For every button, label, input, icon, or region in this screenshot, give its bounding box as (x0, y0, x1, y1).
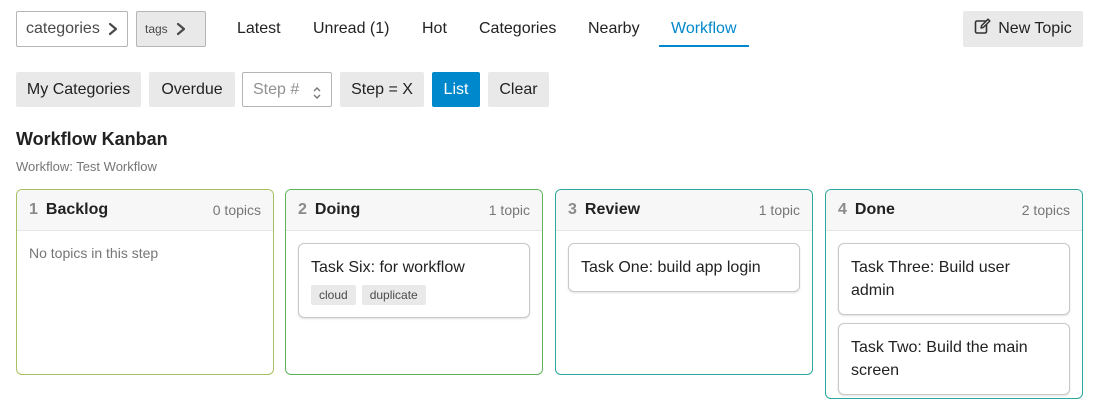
chevron-right-icon (176, 22, 186, 36)
column-name: Review (584, 201, 641, 218)
column-name: Done (854, 201, 895, 218)
column-topic-count: 1 topic (488, 202, 530, 218)
column-body: Task One: build app login (556, 231, 812, 308)
column-body: Task Six: for workflow cloud duplicate (286, 231, 542, 334)
list-button[interactable]: List (432, 72, 480, 107)
spinner-icon[interactable] (312, 81, 322, 114)
column-number: 4 (838, 201, 847, 218)
clear-button[interactable]: Clear (488, 72, 549, 107)
active-tab-underline (659, 45, 749, 47)
column-body: No topics in this step (17, 231, 273, 269)
step-number-placeholder: Step # (253, 81, 300, 98)
chevron-right-icon (108, 22, 118, 36)
column-number: 3 (568, 201, 577, 218)
column-header: 2 Doing 1 topic (286, 190, 542, 231)
nav-hot[interactable]: Hot (422, 11, 447, 47)
top-navigation: categories tags Latest Unread (1) Hot Ca… (16, 11, 1083, 47)
topic-card[interactable]: Task Three: Build user admin (838, 243, 1070, 315)
column-topic-count: 2 topics (1021, 202, 1070, 218)
overdue-button[interactable]: Overdue (149, 72, 235, 107)
workflow-subtitle: Workflow: Test Workflow (16, 159, 157, 174)
my-categories-button[interactable]: My Categories (16, 72, 141, 107)
kanban-column-done: 4 Done 2 topics Task Three: Build user a… (825, 189, 1083, 399)
categories-dropdown-label: categories (26, 20, 100, 37)
kanban-column-backlog: 1 Backlog 0 topics No topics in this ste… (16, 189, 274, 375)
topic-card[interactable]: Task Two: Build the main screen (838, 323, 1070, 395)
kanban-column-review: 3 Review 1 topic Task One: build app log… (555, 189, 813, 375)
nav-categories[interactable]: Categories (479, 11, 556, 47)
step-equals-button[interactable]: Step = X (340, 72, 424, 107)
column-name: Backlog (45, 201, 109, 218)
column-number: 1 (29, 201, 38, 218)
step-number-input[interactable]: Step # (242, 72, 332, 107)
new-topic-label: New Topic (998, 20, 1072, 37)
column-header: 4 Done 2 topics (826, 190, 1082, 231)
page-title: Workflow Kanban (16, 129, 168, 149)
column-body: Task Three: Build user admin Task Two: B… (826, 231, 1082, 398)
topic-card-title[interactable]: Task Three: Build user admin (851, 256, 1057, 302)
topic-card-title[interactable]: Task Six: for workflow (311, 256, 517, 279)
kanban-column-doing: 2 Doing 1 topic Task Six: for workflow c… (285, 189, 543, 375)
column-name: Doing (314, 201, 361, 218)
filter-bar: My Categories Overdue Step # Step = X Li… (16, 72, 556, 108)
nav-unread[interactable]: Unread (1) (313, 11, 389, 47)
tag-duplicate[interactable]: duplicate (361, 285, 426, 305)
tags-dropdown[interactable]: tags (136, 11, 206, 47)
new-topic-button[interactable]: New Topic (963, 11, 1083, 47)
nav-nearby[interactable]: Nearby (588, 11, 640, 47)
column-header: 1 Backlog 0 topics (17, 190, 273, 231)
column-topic-count: 1 topic (758, 202, 800, 218)
nav-latest[interactable]: Latest (237, 11, 281, 47)
topic-card[interactable]: Task One: build app login (568, 243, 800, 292)
categories-dropdown[interactable]: categories (16, 11, 128, 47)
topic-card-title[interactable]: Task One: build app login (581, 256, 787, 279)
column-number: 2 (298, 201, 307, 218)
topic-tags: cloud duplicate (311, 285, 517, 305)
tags-dropdown-label: tags (145, 22, 168, 36)
tag-cloud[interactable]: cloud (311, 285, 356, 305)
empty-column-message: No topics in this step (29, 245, 159, 261)
nav-workflow[interactable]: Workflow (671, 11, 737, 47)
column-topic-count: 0 topics (212, 202, 261, 218)
column-header: 3 Review 1 topic (556, 190, 812, 231)
workflow-page: categories tags Latest Unread (1) Hot Ca… (0, 0, 1095, 407)
topic-card[interactable]: Task Six: for workflow cloud duplicate (298, 243, 530, 318)
edit-icon (974, 18, 991, 40)
topic-card-title[interactable]: Task Two: Build the main screen (851, 336, 1057, 382)
